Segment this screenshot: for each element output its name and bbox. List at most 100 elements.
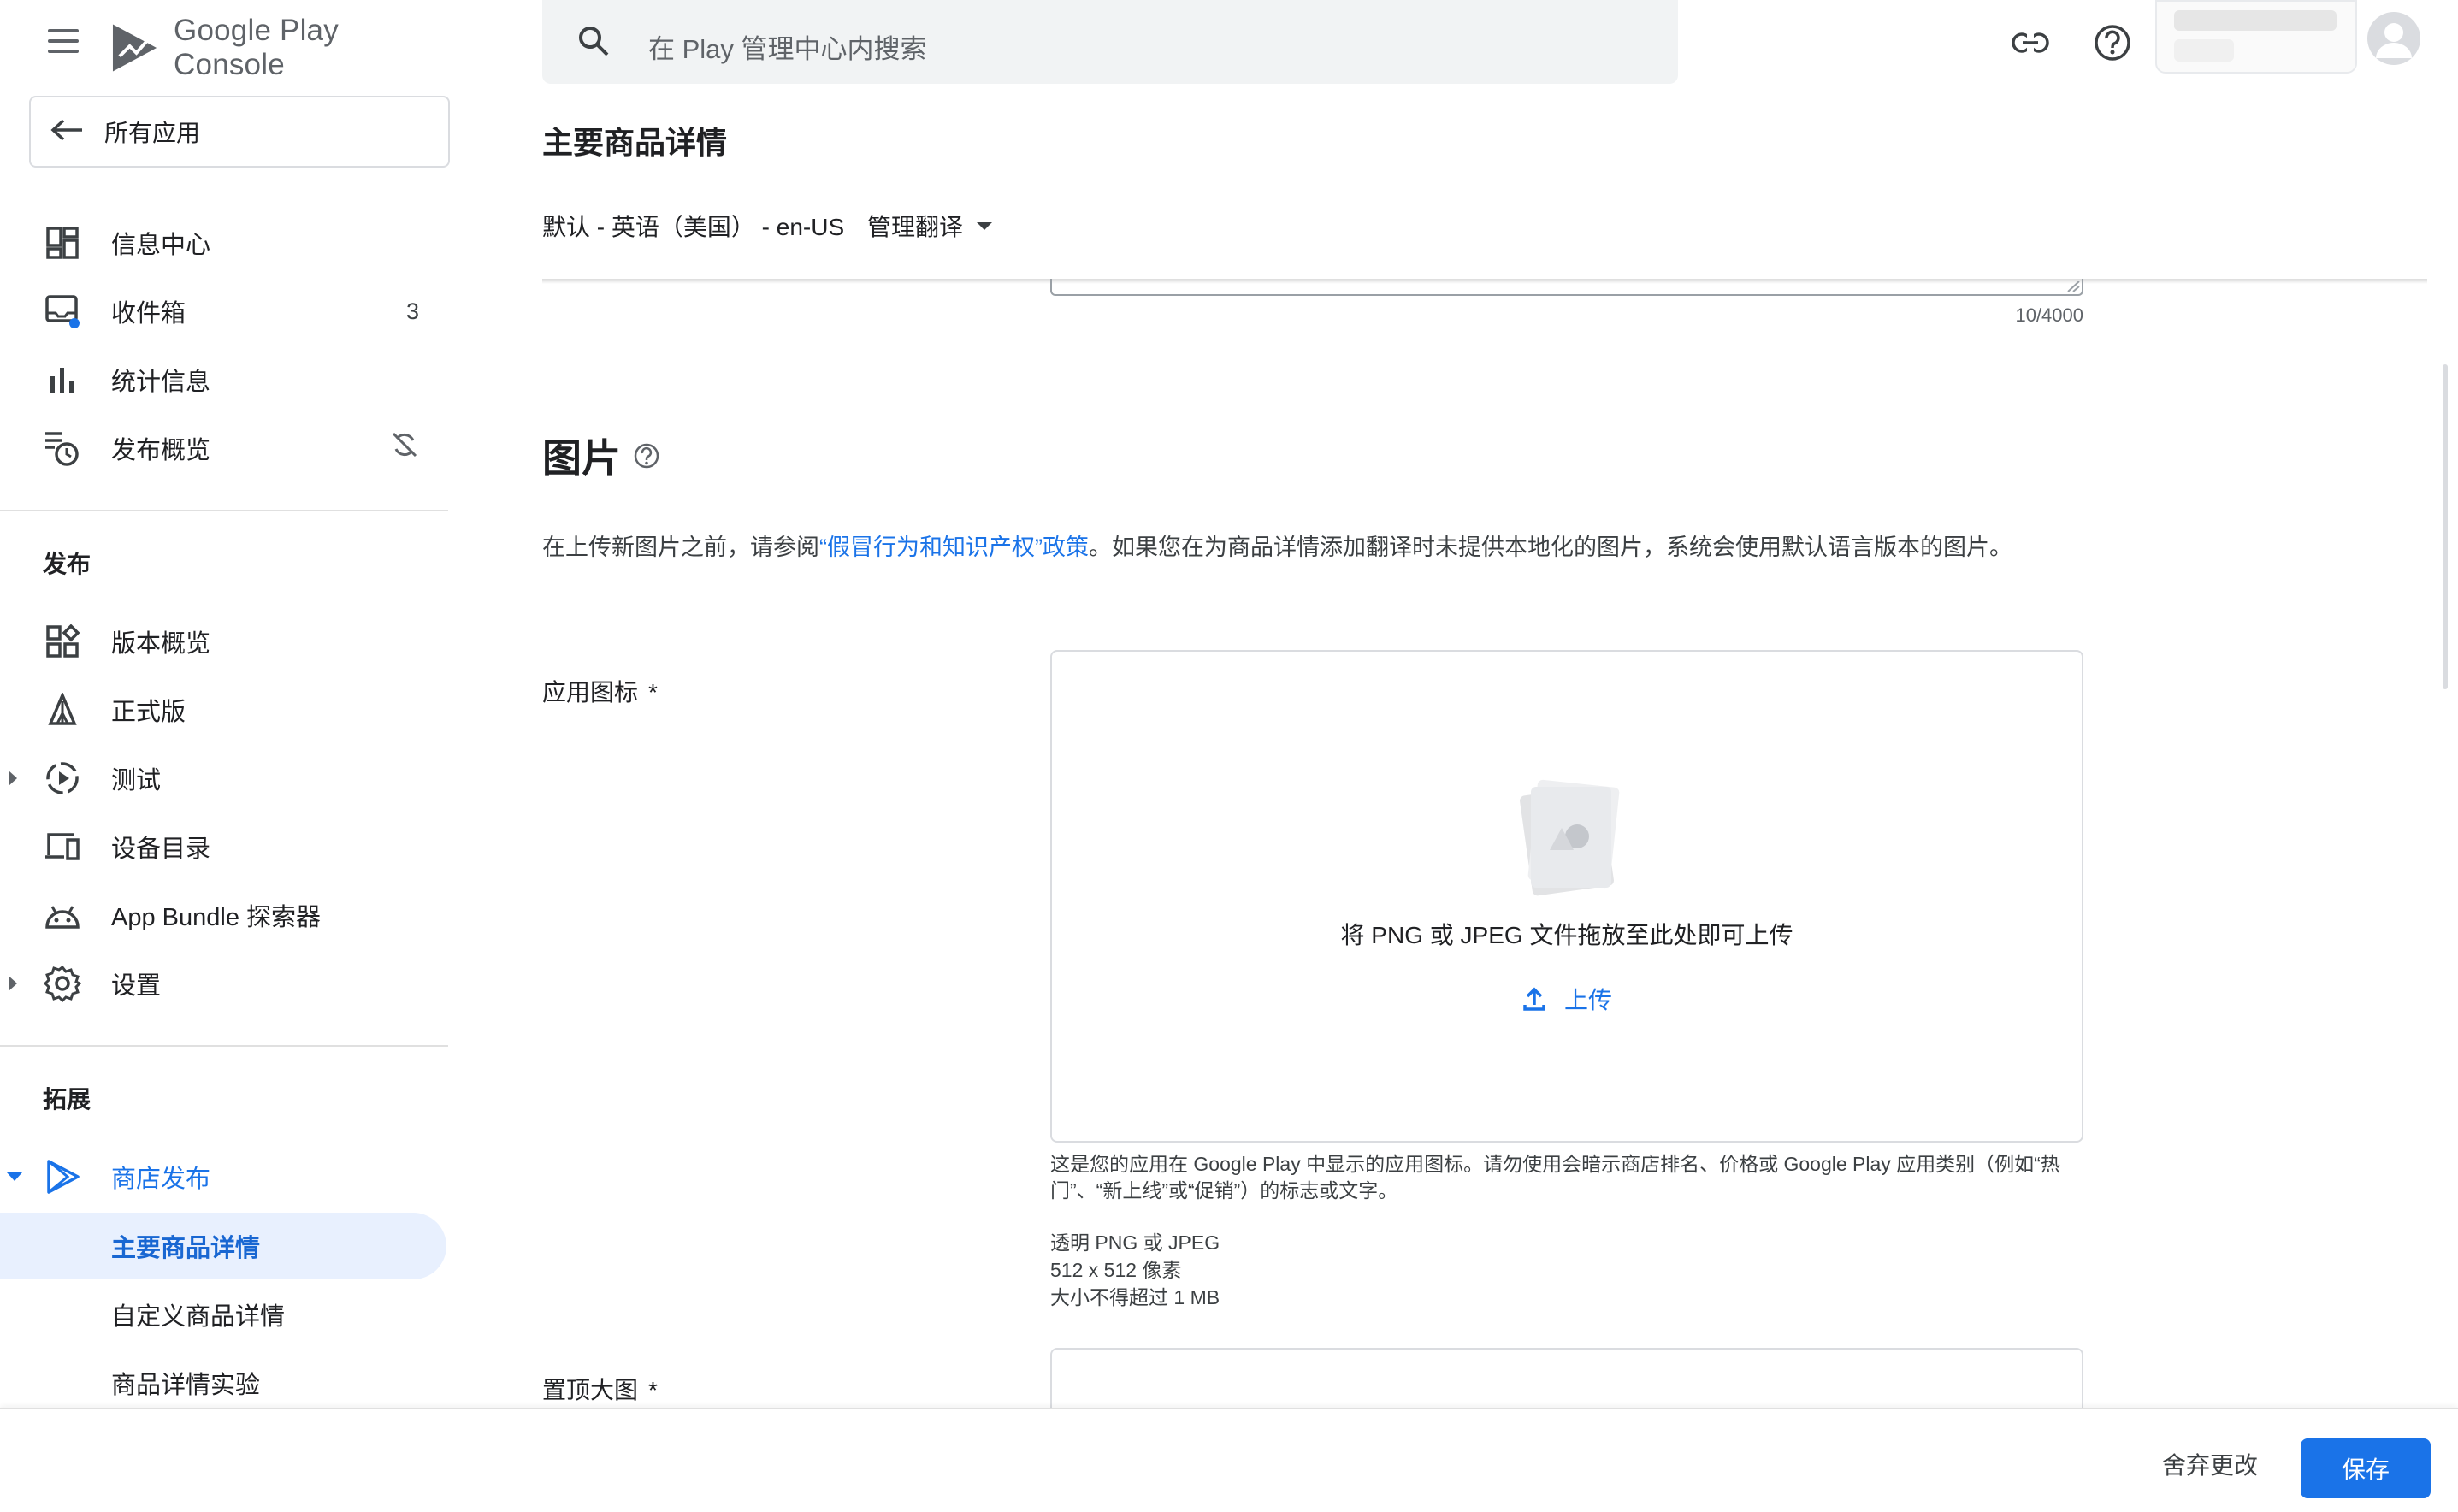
brand-name: Google Play Console xyxy=(174,14,453,82)
discard-changes-button[interactable]: 舍弃更改 xyxy=(2162,1447,2258,1481)
sidebar-item-custom-store-listing[interactable]: 自定义商品详情 xyxy=(0,1281,446,1348)
upload-button[interactable]: 上传 xyxy=(1052,982,2082,1016)
account-switcher[interactable] xyxy=(2155,0,2357,74)
sidebar-item-testing[interactable]: 测试 xyxy=(0,744,448,812)
sidebar-item-label: 设置 xyxy=(111,966,161,1001)
app-icon-spec-format: 透明 PNG 或 JPEG xyxy=(1050,1226,1220,1255)
sidebar-item-label: 正式版 xyxy=(111,692,186,728)
sidebar-section-release: 发布 xyxy=(43,546,91,580)
sidebar-item-label: 设备目录 xyxy=(111,829,210,865)
dashboard-icon xyxy=(43,223,82,263)
app-icon-spec-size: 512 x 512 像素 xyxy=(1050,1254,1181,1283)
image-placeholder-icon xyxy=(1514,777,1623,901)
sidebar-item-label: 商品详情实验 xyxy=(111,1365,260,1401)
ip-policy-link[interactable]: “假冒行为和知识产权”政策 xyxy=(819,535,1089,560)
bar-chart-icon xyxy=(43,360,82,399)
drop-hint-text: 将 PNG 或 JPEG 文件拖放至此处即可上传 xyxy=(1052,917,2082,951)
sidebar-item-app-bundle-explorer[interactable]: App Bundle 探索器 xyxy=(0,881,448,949)
required-marker: * xyxy=(648,679,658,706)
menu-icon[interactable] xyxy=(44,26,82,56)
sidebar-divider xyxy=(0,510,448,511)
sidebar-item-label: 收件箱 xyxy=(111,293,186,329)
sync-disabled-icon xyxy=(390,430,419,466)
app-icon-spec-max: 大小不得超过 1 MB xyxy=(1050,1281,1220,1310)
link-icon[interactable] xyxy=(2010,22,2051,63)
sidebar-item-production[interactable]: 正式版 xyxy=(0,676,448,744)
device-catalog-icon xyxy=(43,827,82,866)
page-title: 主要商品详情 xyxy=(542,118,727,162)
sidebar-item-statistics[interactable]: 统计信息 xyxy=(0,346,448,414)
sidebar-item-store-presence[interactable]: 商店发布 xyxy=(0,1143,448,1211)
sidebar-item-label: App Bundle 探索器 xyxy=(111,897,321,933)
upload-label: 上传 xyxy=(1564,982,1612,1016)
arrow-back-icon xyxy=(50,113,89,151)
play-console-logo-icon xyxy=(111,22,158,74)
dropdown-arrow-icon xyxy=(977,222,992,230)
sidebar-item-label: 信息中心 xyxy=(111,225,210,261)
help-icon[interactable] xyxy=(2092,22,2133,63)
upload-icon xyxy=(1521,986,1547,1012)
sidebar-item-label: 发布概览 xyxy=(111,430,210,466)
collapse-arrow-icon[interactable] xyxy=(7,1172,22,1181)
search-input[interactable]: 在 Play 管理中心内搜索 xyxy=(648,27,927,66)
graphics-section-title: 图片 xyxy=(542,428,660,484)
search-bar[interactable]: 在 Play 管理中心内搜索 xyxy=(542,0,1678,84)
sidebar-item-label: 版本概览 xyxy=(111,623,210,659)
inbox-count-badge: 3 xyxy=(406,298,419,325)
sidebar-item-releases-overview[interactable]: 版本概览 xyxy=(0,607,448,676)
expand-arrow-icon[interactable] xyxy=(9,771,17,786)
sidebar-divider xyxy=(0,1045,448,1047)
sidebar-item-dashboard[interactable]: 信息中心 xyxy=(0,209,448,277)
resize-handle-icon[interactable] xyxy=(2066,281,2080,292)
releases-overview-icon xyxy=(43,622,82,661)
sidebar-item-label: 测试 xyxy=(111,760,161,796)
feature-graphic-dropzone[interactable] xyxy=(1050,1348,2083,1416)
manage-translations-dropdown[interactable]: 管理翻译 xyxy=(867,209,992,243)
inbox-icon xyxy=(43,292,82,331)
action-footer: 舍弃更改 保存 xyxy=(0,1408,2458,1512)
app-icon-label: 应用图标 * xyxy=(542,674,658,708)
app-icon-dropzone[interactable]: 将 PNG 或 JPEG 文件拖放至此处即可上传 上传 xyxy=(1050,650,2083,1143)
manage-translations-label: 管理翻译 xyxy=(867,209,963,243)
save-button[interactable]: 保存 xyxy=(2301,1438,2431,1498)
intro-text-before: 在上传新图片之前，请参阅 xyxy=(542,535,819,560)
settings-gear-icon xyxy=(43,964,82,1003)
all-apps-button[interactable]: 所有应用 xyxy=(29,96,450,168)
sidebar-item-device-catalog[interactable]: 设备目录 xyxy=(0,812,448,881)
play-store-icon xyxy=(43,1157,82,1196)
feature-graphic-label-text: 置顶大图 xyxy=(542,1377,638,1403)
android-icon xyxy=(43,895,82,935)
sidebar-item-label: 商店发布 xyxy=(111,1159,210,1195)
help-circle-icon[interactable] xyxy=(633,433,660,479)
graphics-title-text: 图片 xyxy=(542,428,621,484)
full-description-textarea[interactable] xyxy=(1050,279,2083,296)
page-scrollbar[interactable] xyxy=(2443,364,2448,689)
search-icon xyxy=(576,24,611,62)
intro-text-after: 。如果您在为商品详情添加翻译时未提供本地化的图片，系统会使用默认语言版本的图片。 xyxy=(1089,535,2012,560)
default-locale-label: 默认 - 英语（美国） - en-US xyxy=(542,209,844,243)
sidebar-item-settings[interactable]: 设置 xyxy=(0,949,448,1018)
testing-icon xyxy=(43,759,82,798)
avatar[interactable] xyxy=(2367,12,2420,65)
sidebar-item-label: 统计信息 xyxy=(111,362,210,398)
feature-graphic-label: 置顶大图 * xyxy=(542,1372,658,1406)
graphics-intro-text: 在上传新图片之前，请参阅“假冒行为和知识产权”政策。如果您在为商品详情添加翻译时… xyxy=(542,530,2082,564)
app-icon-label-text: 应用图标 xyxy=(542,679,638,706)
redacted-account-name xyxy=(2174,10,2337,31)
sidebar: Google Play Console 所有应用 信息中心 收件箱 3 统计信息… xyxy=(0,0,453,1512)
app-icon-description: 这是您的应用在 Google Play 中显示的应用图标。请勿使用会暗示商店排名… xyxy=(1050,1151,2087,1204)
play-console-logo[interactable]: Google Play Console xyxy=(111,14,453,82)
sidebar-item-inbox[interactable]: 收件箱 3 xyxy=(0,277,448,346)
required-marker: * xyxy=(648,1377,658,1403)
sidebar-item-main-store-listing[interactable]: 主要商品详情 xyxy=(0,1213,446,1279)
sidebar-item-publishing-overview[interactable]: 发布概览 xyxy=(0,414,448,482)
sidebar-item-store-listing-experiments[interactable]: 商品详情实验 xyxy=(0,1350,446,1416)
sidebar-item-label: 自定义商品详情 xyxy=(111,1296,285,1332)
all-apps-label: 所有应用 xyxy=(104,115,200,149)
expand-arrow-icon[interactable] xyxy=(9,976,17,991)
sidebar-section-grow: 拓展 xyxy=(43,1081,91,1115)
production-icon xyxy=(43,690,82,729)
character-counter: 10/4000 xyxy=(1950,304,2083,327)
redacted-account-id xyxy=(2174,39,2234,62)
sidebar-item-label: 主要商品详情 xyxy=(111,1228,260,1264)
